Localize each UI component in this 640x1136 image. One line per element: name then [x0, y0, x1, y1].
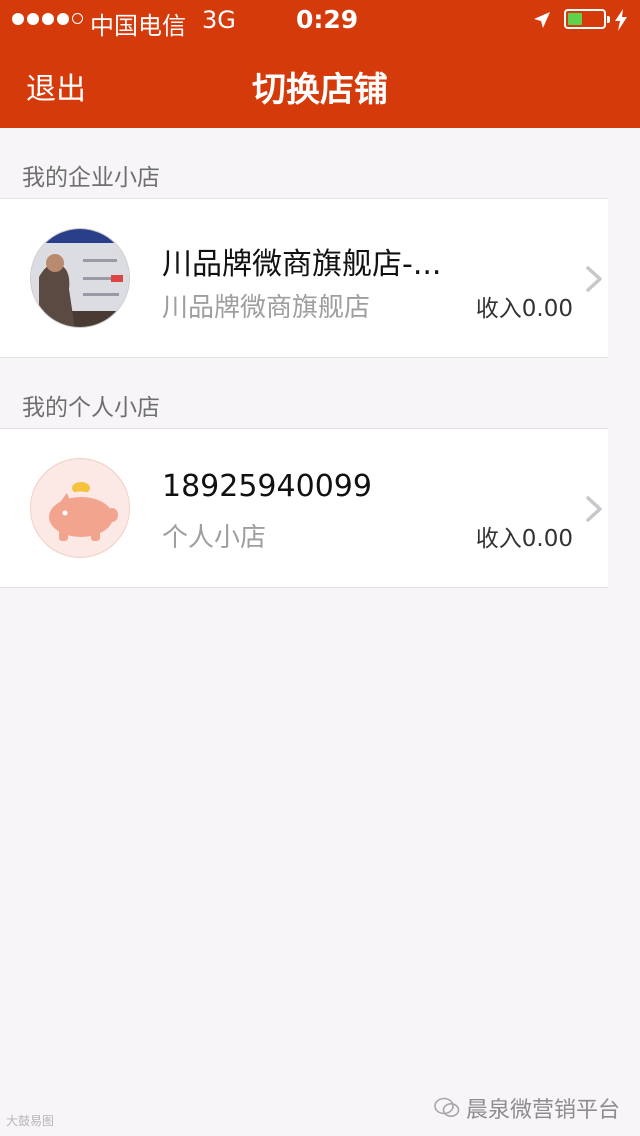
store-photo-icon: [31, 229, 129, 327]
battery-fill: [568, 13, 582, 25]
watermark-right-label: 晨泉微营销平台: [465, 1098, 620, 1123]
store-income: 收入0.00: [475, 526, 573, 552]
chevron-right-icon: [586, 266, 602, 292]
store-subtitle: 川品牌微商旗舰店: [162, 293, 371, 323]
piggy-bank-icon: [49, 482, 118, 541]
signal-strength-icon: [12, 13, 83, 25]
location-arrow-icon: [534, 12, 550, 28]
top-bar: 中国电信 3G 0:29 退出 切换店铺: [0, 0, 640, 128]
status-bar: 中国电信 3G 0:29: [0, 0, 640, 40]
watermark-left-label: 大鼓易图: [6, 1114, 55, 1128]
store-row-personal[interactable]: 18925940099 个人小店 收入0.00: [0, 428, 608, 588]
watermark-left: 大鼓易图: [6, 1112, 54, 1129]
store-name: 18925940099: [162, 469, 372, 504]
page-title: 切换店铺: [252, 70, 388, 110]
section-header-label: 我的个人小店: [22, 395, 160, 421]
section-header-label: 我的企业小店: [22, 165, 160, 191]
store-avatar: [30, 228, 130, 328]
section-header-personal: 我的个人小店: [0, 364, 640, 434]
nav-bar: 退出 切换店铺: [0, 40, 640, 128]
wechat-icon: [434, 1097, 460, 1117]
status-time: 0:29: [296, 5, 359, 34]
section-header-enterprise: 我的企业小店: [0, 134, 640, 204]
store-subtitle: 个人小店: [162, 523, 267, 553]
network-type: 3G: [202, 6, 236, 34]
carrier-label: 中国电信: [90, 12, 186, 40]
store-income: 收入0.00: [475, 296, 573, 322]
store-name: 川品牌微商旗舰店-...: [162, 247, 442, 282]
battery-icon: [564, 9, 610, 29]
chevron-right-icon: [586, 496, 602, 522]
store-row-enterprise[interactable]: 川品牌微商旗舰店-... 川品牌微商旗舰店 收入0.00: [0, 198, 608, 358]
watermark-right: 晨泉微营销平台: [434, 1092, 620, 1124]
store-avatar: [30, 458, 130, 558]
charging-bolt-icon: [615, 9, 627, 31]
